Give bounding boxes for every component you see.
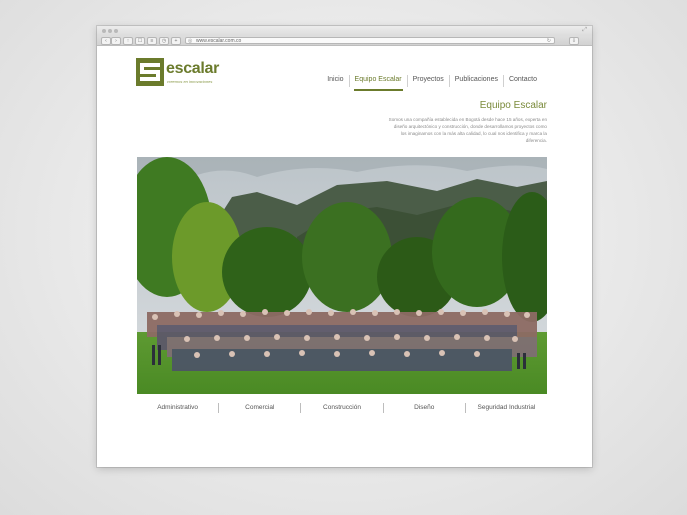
nav-item-contacto[interactable]: Contacto [502,75,542,87]
history-button[interactable]: ◷ [159,37,169,45]
downloads-button[interactable]: ⇩ [569,37,579,45]
page-title: Equipo Escalar [479,100,547,111]
reader-button[interactable]: ≡ [147,37,157,45]
category-diseno[interactable]: Diseño [382,403,465,413]
nav-item-inicio[interactable]: Inicio [322,75,348,87]
close-window-icon[interactable] [102,29,106,33]
intro-text: Somos una compañía establecida en Bogotá… [388,117,547,143]
category-comercial[interactable]: Comercial [218,403,300,413]
zoom-window-icon[interactable] [114,29,118,33]
add-tab-button[interactable]: + [171,37,181,45]
address-bar[interactable]: ◎ www.escalar.com.co ↻ [185,37,555,44]
reload-icon[interactable]: ↻ [547,38,551,45]
share-button[interactable]: ↑ [123,37,133,45]
forward-button[interactable]: › [111,37,121,45]
browser-toolbar: ‹ › ↑ ☐ ≡ ◷ + ◎ www.escalar.com.co ↻ ⇩ [97,36,592,46]
site-logo[interactable]: escalar creemos en innovaciones [136,57,220,87]
nav-item-publicaciones[interactable]: Publicaciones [448,75,503,87]
web-page: escalar creemos en innovaciones Inicio E… [97,46,592,467]
globe-icon: ◎ [188,38,193,44]
bookmarks-button[interactable]: ☐ [135,37,145,45]
title-bar: ⤢ [97,26,592,36]
category-administrativo[interactable]: Administrativo [137,403,218,413]
category-construccion[interactable]: Construcción [300,403,382,413]
team-photo [137,157,547,394]
browser-window: ⤢ ‹ › ↑ ☐ ≡ ◷ + ◎ www.escalar.com.co ↻ ⇩… [97,26,592,467]
main-nav: Inicio Equipo Escalar Proyectos Publicac… [322,75,542,91]
category-seguridad-industrial[interactable]: Seguridad Industrial [464,403,547,413]
fullscreen-icon[interactable]: ⤢ [582,27,587,34]
logo-mark-icon [136,58,164,86]
address-text: www.escalar.com.co [196,38,242,44]
nav-item-proyectos[interactable]: Proyectos [406,75,449,87]
back-button[interactable]: ‹ [101,37,111,45]
logo-wordmark: escalar [166,60,220,77]
minimize-window-icon[interactable] [108,29,112,33]
category-tabs: Administrativo Comercial Construcción Di… [137,403,547,413]
nav-item-equipo-escalar[interactable]: Equipo Escalar [348,75,407,91]
logo-tagline: creemos en innovaciones [167,79,213,84]
